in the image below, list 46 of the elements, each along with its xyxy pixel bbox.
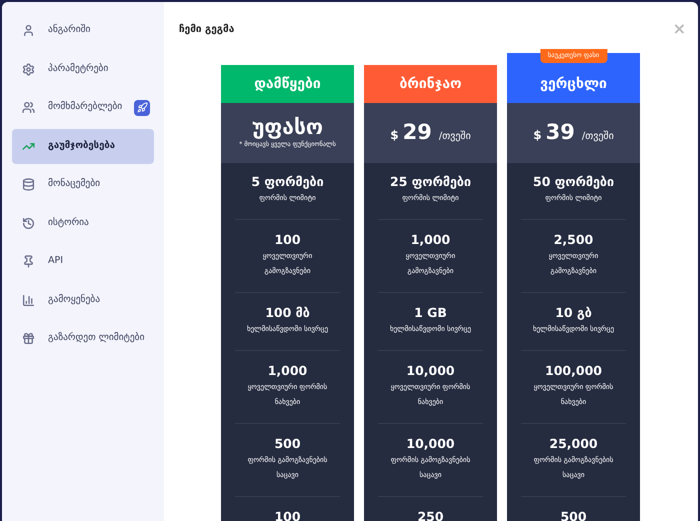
dialog-title: ჩემი გეგმა — [179, 22, 234, 36]
feature-value: 5 ფორმები — [251, 174, 324, 189]
settings-icon — [22, 62, 35, 76]
gift-icon — [22, 332, 35, 345]
plan-name: ვერცხლი — [540, 74, 607, 94]
sidebar-item[interactable]: პარამეტრები — [12, 52, 154, 86]
feature-value: 1,000 — [410, 232, 450, 247]
user-icon — [22, 24, 35, 37]
database-icon — [22, 178, 35, 191]
feature-value: 250 — [417, 509, 444, 521]
feature-value: 25,000 — [549, 436, 598, 451]
price-period: /თვეში — [582, 130, 614, 144]
feature-value: 50 ფორმები — [533, 174, 614, 189]
feature-value: 500 — [560, 509, 587, 521]
feature-value: 1 GB — [414, 305, 447, 320]
price-text: უფასო — [252, 116, 323, 138]
bar-chart-icon — [22, 294, 35, 306]
sidebar-item[interactable]: API — [12, 244, 154, 279]
feature-value: 10,000 — [406, 436, 455, 451]
price-period: /თვეში — [438, 130, 471, 144]
feature-value: 1,000 — [268, 363, 308, 378]
sidebar-item[interactable]: ანგარიში — [12, 13, 154, 48]
pin-icon — [22, 255, 35, 268]
sidebar-item[interactable]: ისტორია — [12, 206, 154, 240]
sidebar-item[interactable]: მომხმარებლები — [12, 90, 154, 125]
feature-value: 100 — [274, 232, 301, 247]
feature-value: 2,500 — [554, 232, 594, 247]
feature-value: 10 გბ — [555, 305, 592, 320]
sidebar-item[interactable]: გამოყენება — [12, 282, 154, 318]
users-icon — [22, 101, 35, 114]
sidebar-item[interactable]: გაზარდეთ ლიმიტები — [12, 321, 154, 356]
history-icon — [22, 216, 35, 230]
price-text: 39 — [546, 119, 575, 146]
feature-value: 10,000 — [406, 363, 455, 378]
currency: $ — [533, 127, 542, 144]
plan-name: დამწყები — [254, 74, 321, 94]
price-text: 29 — [402, 119, 432, 146]
feature-value: 500 — [274, 436, 301, 451]
currency: $ — [390, 127, 399, 144]
sidebar-item[interactable]: მონაცემები — [12, 167, 154, 202]
feature-value: 100 — [274, 509, 301, 521]
sidebar-item[interactable]: გაუმჯობესება — [12, 128, 154, 164]
feature-value: 25 ფორმები — [390, 174, 471, 189]
feature-value: 100,000 — [545, 363, 602, 378]
feature-value: 100 მბ — [265, 305, 310, 320]
plan-name: ბრინჯაო — [400, 74, 462, 94]
